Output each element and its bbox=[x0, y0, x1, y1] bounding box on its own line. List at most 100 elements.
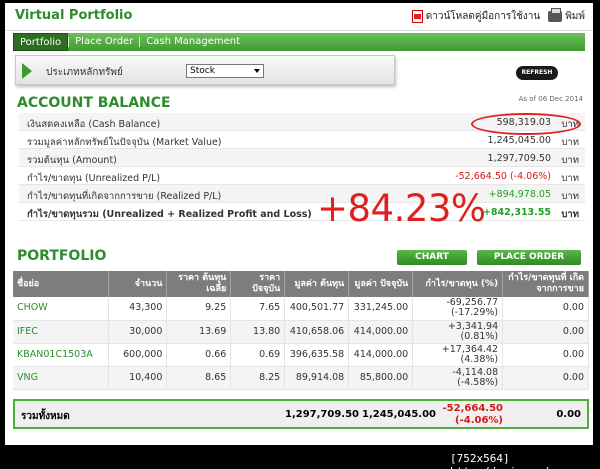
realized-cell: 0.00 bbox=[502, 343, 589, 367]
pl-percent: (0.81%) bbox=[460, 330, 499, 342]
security-type-label: ประเภทหลักทรัพย์ bbox=[46, 67, 123, 78]
security-type-select[interactable]: Stock bbox=[186, 64, 264, 78]
avg-cost-cell: 13.69 bbox=[166, 320, 232, 344]
avg-cost-cell: 0.66 bbox=[166, 343, 232, 367]
balance-unit: บาท bbox=[561, 173, 579, 184]
realized-cell: 0.00 bbox=[502, 320, 589, 344]
portfolio-table: ชื่อย่อ จำนวน ราคา ต้นทุนเฉลี่ย ราคา ปัจ… bbox=[13, 271, 589, 390]
pl-cell: +17,364.42 (4.38%) bbox=[412, 343, 504, 367]
table-row: VNG 10,400 8.65 8.25 89,914.08 85,800.00… bbox=[13, 366, 589, 390]
as-of-date: As of 06 Dec 2014 bbox=[518, 95, 583, 103]
tab-cash-management[interactable]: Cash Management bbox=[140, 33, 246, 51]
balance-row: รวมต้นทุน (Amount) 1,297,709.50 บาท bbox=[19, 149, 585, 167]
balance-unit: บาท bbox=[561, 155, 579, 166]
tab-portfolio[interactable]: Portfolio bbox=[13, 33, 69, 51]
cost-value-cell: 396,635.58 bbox=[284, 343, 350, 367]
table-row: IFEC 30,000 13.69 13.80 410,658.06 414,0… bbox=[13, 320, 589, 344]
col-quantity: จำนวน bbox=[108, 271, 168, 297]
market-value-cell: 414,000.00 bbox=[348, 320, 414, 344]
symbol-link[interactable]: VNG bbox=[13, 366, 110, 390]
col-price: ราคา ปัจจุบัน bbox=[230, 271, 286, 297]
pl-cell: -4,114.08 (-4.58%) bbox=[412, 366, 504, 390]
main-nav: Portfolio Place Order Cash Management bbox=[13, 33, 585, 51]
printer-icon bbox=[548, 8, 563, 22]
pdf-icon bbox=[411, 10, 423, 23]
cost-value-cell: 400,501.77 bbox=[284, 297, 350, 321]
symbol-link[interactable]: CHOW bbox=[13, 297, 110, 321]
pl-amount: +3,341.94 bbox=[447, 320, 499, 332]
refresh-button[interactable]: REFRESH bbox=[516, 66, 558, 80]
total-pl-percent: (-4.06%) bbox=[455, 415, 503, 426]
symbol-link[interactable]: KBAN01C1503A bbox=[13, 343, 110, 367]
quantity-cell: 600,000 bbox=[108, 343, 168, 367]
portfolio-title: PORTFOLIO bbox=[17, 248, 107, 264]
balance-row: กำไร/ขาดทุนที่เกิดจากการขาย (Realized P/… bbox=[19, 185, 585, 203]
table-row: KBAN01C1503A 600,000 0.66 0.69 396,635.5… bbox=[13, 343, 589, 367]
portfolio-header-row: ชื่อย่อ จำนวน ราคา ต้นทุนเฉลี่ย ราคา ปัจ… bbox=[13, 271, 589, 297]
total-label: รวมทั้งหมด bbox=[21, 411, 70, 422]
balance-label: กำไร/ขาดทุน (Unrealized P/L) bbox=[27, 173, 161, 184]
col-symbol: ชื่อย่อ bbox=[13, 271, 110, 297]
avg-cost-cell: 9.25 bbox=[166, 297, 232, 321]
app-window: Virtual Portfolio ดาวน์โหลดคู่มือการใช้ง… bbox=[5, 3, 593, 445]
market-value-cell: 85,800.00 bbox=[348, 366, 414, 390]
price-cell: 7.65 bbox=[230, 297, 286, 321]
tab-place-order[interactable]: Place Order bbox=[69, 33, 139, 51]
total-pl-amount: -52,664.50 bbox=[442, 403, 503, 414]
total-return-annotation: +84.23% bbox=[317, 187, 486, 230]
balance-label: รวมมูลค่าหลักทรัพย์ในปัจจุบัน (Market Va… bbox=[27, 137, 222, 148]
quantity-cell: 30,000 bbox=[108, 320, 168, 344]
col-unrealized-pl: กำไร/ขาดทุน (%) bbox=[412, 271, 504, 297]
total-cost-value: 1,297,709.50 bbox=[285, 409, 360, 420]
realized-cell: 0.00 bbox=[502, 366, 589, 390]
pl-cell: +3,341.94 (0.81%) bbox=[412, 320, 504, 344]
pl-percent: (-4.58%) bbox=[457, 376, 499, 388]
col-avg-cost: ราคา ต้นทุนเฉลี่ย bbox=[166, 271, 232, 297]
col-cost-value: มูลค่า ต้นทุน bbox=[284, 271, 350, 297]
quantity-cell: 10,400 bbox=[108, 366, 168, 390]
pl-cell: -69,256.77 (-17.29%) bbox=[412, 297, 504, 321]
chart-button[interactable]: CHART bbox=[397, 250, 467, 265]
balance-row: กำไร/ขาดทุน (Unrealized P/L) -52,664.50 … bbox=[19, 167, 585, 185]
pl-percent: (-17.29%) bbox=[451, 307, 499, 319]
balance-row: กำไร/ขาดทุนรวม (Unrealized + Realized Pr… bbox=[19, 203, 585, 221]
top-actions: ดาวน์โหลดคู่มือการใช้งาน พิมพ์ bbox=[411, 8, 585, 24]
balance-label: เงินสดคงเหลือ (Cash Balance) bbox=[27, 119, 161, 130]
total-market-value: 1,245,045.00 bbox=[362, 409, 437, 420]
chevron-down-icon bbox=[254, 69, 260, 73]
col-market-value: มูลค่า ปัจจุบัน bbox=[348, 271, 414, 297]
download-manual-label: ดาวน์โหลดคู่มือการใช้งาน bbox=[425, 11, 541, 22]
balance-unit: บาท bbox=[561, 209, 579, 220]
realized-pl-value: +894,978.05 bbox=[488, 189, 551, 200]
balance-label: กำไร/ขาดทุนรวม (Unrealized + Realized Pr… bbox=[27, 209, 312, 220]
portfolio-total-row: รวมทั้งหมด 1,297,709.50 1,245,045.00 -52… bbox=[13, 399, 589, 429]
pl-amount: +17,364.42 bbox=[441, 343, 499, 355]
download-manual-link[interactable]: ดาวน์โหลดคู่มือการใช้งาน bbox=[411, 9, 541, 24]
balance-label: กำไร/ขาดทุนที่เกิดจากการขาย (Realized P/… bbox=[27, 191, 222, 202]
table-row: CHOW 43,300 9.25 7.65 400,501.77 331,245… bbox=[13, 297, 589, 321]
balance-unit: บาท bbox=[561, 191, 579, 202]
market-value: 1,245,045.00 bbox=[487, 135, 551, 146]
image-watermark: [752x564] http://upic.me/ bbox=[450, 452, 549, 469]
highlight-ellipse bbox=[471, 113, 581, 135]
print-label: พิมพ์ bbox=[565, 11, 585, 22]
print-link[interactable]: พิมพ์ bbox=[548, 8, 585, 24]
top-bar: Virtual Portfolio ดาวน์โหลดคู่มือการใช้ง… bbox=[5, 3, 593, 31]
account-balance-title: ACCOUNT BALANCE bbox=[17, 95, 171, 111]
total-pl-value: +842,313.55 bbox=[482, 207, 551, 218]
cost-value-cell: 89,914.08 bbox=[284, 366, 350, 390]
total-realized: 0.00 bbox=[556, 409, 581, 420]
balance-unit: บาท bbox=[561, 137, 579, 148]
amount-value: 1,297,709.50 bbox=[487, 153, 551, 164]
play-arrow-icon bbox=[22, 63, 32, 79]
place-order-button[interactable]: PLACE ORDER bbox=[477, 250, 581, 265]
market-value-cell: 414,000.00 bbox=[348, 343, 414, 367]
unrealized-pl-value: -52,664.50 (-4.06%) bbox=[455, 171, 551, 182]
pl-percent: (4.38%) bbox=[460, 353, 499, 365]
avg-cost-cell: 8.65 bbox=[166, 366, 232, 390]
realized-cell: 0.00 bbox=[502, 297, 589, 321]
market-value-cell: 331,245.00 bbox=[348, 297, 414, 321]
col-realized-pl: กำไร/ขาดทุนที่ เกิดจากการขาย bbox=[502, 271, 589, 297]
symbol-link[interactable]: IFEC bbox=[13, 320, 110, 344]
app-title: Virtual Portfolio bbox=[15, 8, 133, 23]
